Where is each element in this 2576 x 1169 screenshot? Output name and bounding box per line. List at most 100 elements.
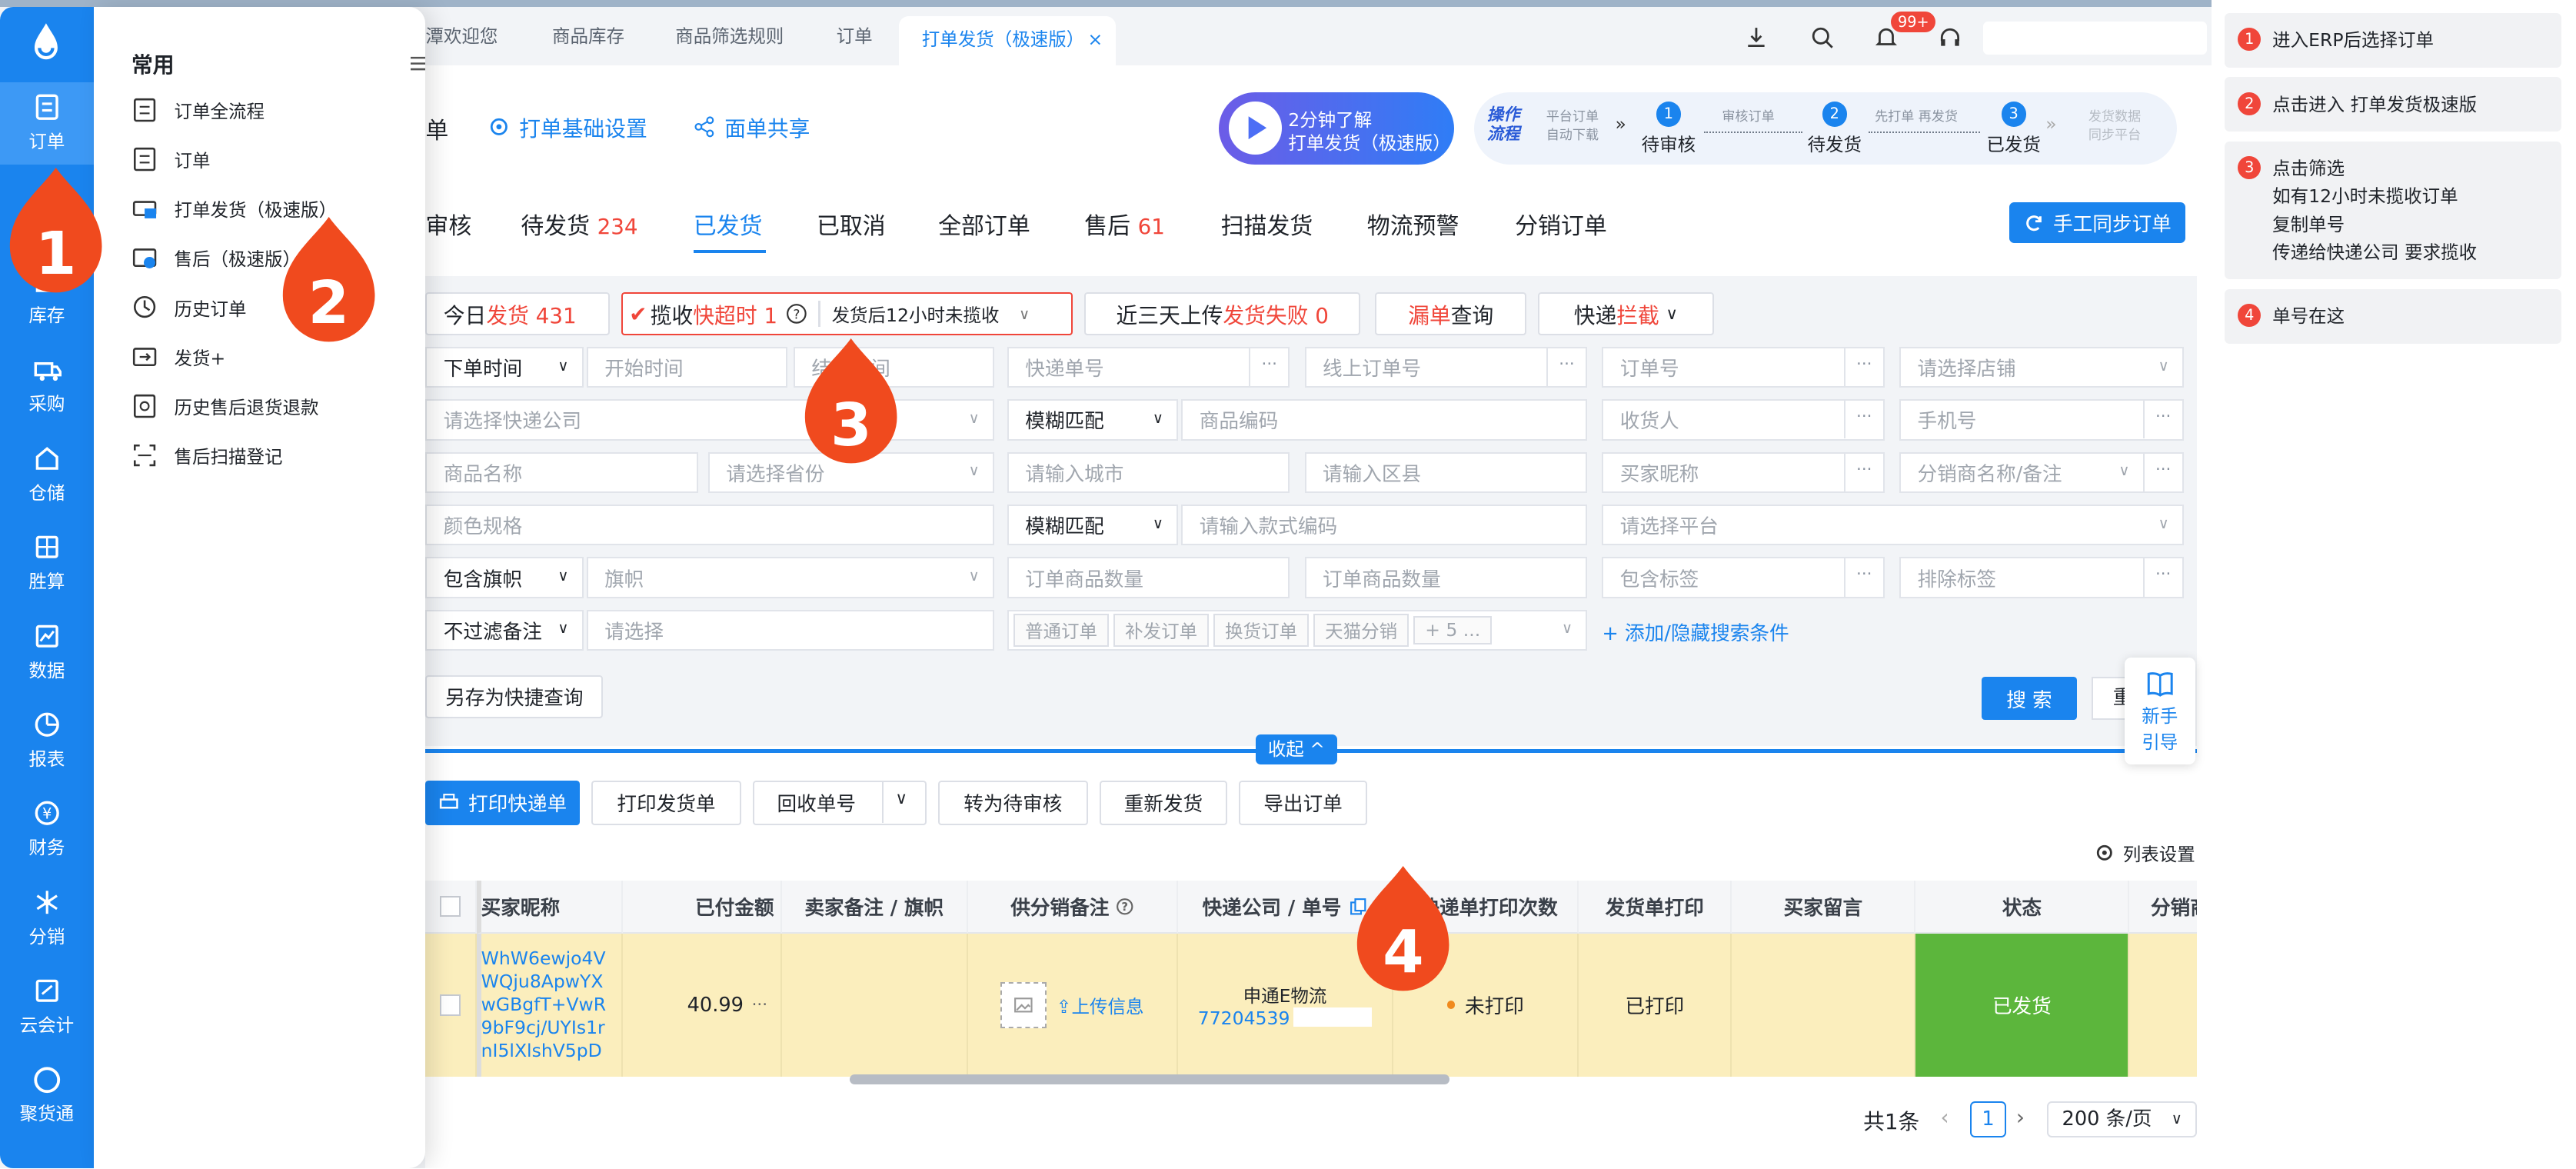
city-input[interactable]: 请输入城市 bbox=[1007, 451, 1290, 493]
recycle-tracking-button[interactable]: 回收单号 ∨ bbox=[752, 780, 927, 825]
flag-select[interactable]: 旗帜 ∨ bbox=[586, 557, 994, 598]
save-quick-query-button[interactable]: 另存为快捷查询 bbox=[425, 675, 604, 718]
col-header-buyer-message[interactable]: 买家留言 bbox=[1732, 881, 1916, 934]
remark-type-select[interactable]: 不过滤备注 ∨ bbox=[425, 609, 584, 651]
overtime-select-value[interactable]: 发货后12小时未揽收 bbox=[832, 301, 1000, 327]
select-all-checkbox[interactable] bbox=[439, 895, 461, 918]
tab-inventory[interactable]: 商品库存 bbox=[552, 23, 624, 66]
flyout-item-order-flow[interactable]: 订单全流程 bbox=[131, 92, 265, 128]
sidebar-item-distribution[interactable]: 分销 bbox=[0, 878, 94, 960]
chip-normal-order[interactable]: 普通订单 bbox=[1013, 614, 1109, 647]
upload-info-link[interactable]: ⇪上传信息 bbox=[1057, 992, 1144, 1018]
download-icon[interactable] bbox=[1745, 26, 1768, 49]
exclude-tag-input[interactable]: 排除标签 ··· bbox=[1899, 557, 2184, 598]
col-header-delivery-print[interactable]: 发货单打印 bbox=[1579, 881, 1732, 934]
order-no-input[interactable]: 订单号 ··· bbox=[1602, 346, 1885, 388]
online-order-input[interactable]: 线上订单号 ··· bbox=[1304, 346, 1588, 388]
tab-print-ship-fast[interactable]: 打单发货（极速版） × bbox=[898, 16, 1116, 66]
search-button[interactable]: 搜 索 bbox=[1981, 677, 2077, 720]
express-company-select[interactable]: 请选择快递公司 ∨ bbox=[425, 399, 994, 441]
qty-from-input[interactable]: 订单商品数量 bbox=[1007, 557, 1290, 598]
buyer-nick-input[interactable]: 买家昵称 ··· bbox=[1602, 451, 1885, 493]
help-icon[interactable]: ? bbox=[786, 303, 807, 325]
to-review-button[interactable]: 转为待审核 bbox=[938, 780, 1088, 825]
collapse-button[interactable]: 收起 ^ bbox=[1255, 734, 1338, 764]
promo-video-button[interactable]: 2分钟了解 打单发货（极速版） bbox=[1219, 92, 1455, 165]
headset-icon[interactable] bbox=[1939, 26, 1962, 49]
subtab-review[interactable]: 审核 bbox=[425, 207, 471, 241]
missed-order-button[interactable]: 漏单 查询 bbox=[1375, 292, 1527, 335]
sidebar-item-accounting[interactable]: 云会计 bbox=[0, 966, 94, 1048]
subtab-shipped[interactable]: 已发货 bbox=[694, 207, 763, 241]
pickup-overtime-filter[interactable]: ✔ 揽收 快超时 1 ? 发货后12小时未揽收 ∨ bbox=[621, 292, 1073, 335]
distributor-select[interactable]: 分销商名称/备注 ∨ ··· bbox=[1899, 451, 2184, 493]
sidebar-item-calculator[interactable]: 胜算 bbox=[0, 523, 94, 605]
tracking-number[interactable]: 77204539 bbox=[1198, 1007, 1373, 1029]
row-checkbox[interactable] bbox=[439, 994, 461, 1016]
print-waybill-button[interactable]: 打印快递单 bbox=[425, 780, 581, 825]
col-header-distributor[interactable]: 分销商 bbox=[2129, 881, 2197, 934]
start-time-input[interactable]: 开始时间 bbox=[586, 346, 787, 388]
order-type-chips[interactable]: 普通订单 补发订单 换货订单 天猫分销 + 5 ... ∨ bbox=[1007, 609, 1588, 651]
export-orders-button[interactable]: 导出订单 bbox=[1239, 780, 1367, 825]
goods-code-input[interactable]: 商品编码 bbox=[1181, 399, 1588, 441]
style-code-input[interactable]: 请输入款式编码 bbox=[1181, 504, 1588, 546]
sidebar-item-report[interactable]: 报表 bbox=[0, 700, 94, 782]
chip-exchange-order[interactable]: 换货订单 bbox=[1213, 614, 1309, 647]
district-input[interactable]: 请输入区县 bbox=[1304, 451, 1588, 493]
print-delivery-note-button[interactable]: 打印发货单 bbox=[591, 780, 741, 825]
manual-sync-button[interactable]: 手工同步订单 bbox=[2009, 201, 2185, 244]
express-intercept-button[interactable]: 快递 拦截 ∨ bbox=[1538, 292, 1714, 335]
flyout-item-history-order[interactable]: 历史订单 bbox=[131, 289, 246, 325]
goods-name-input[interactable]: 商品名称 bbox=[425, 451, 699, 493]
search-icon[interactable] bbox=[1811, 26, 1834, 49]
fuzzy-match-select[interactable]: 模糊匹配 ∨ bbox=[1007, 399, 1179, 441]
page-size-select[interactable]: 200 条/页 ∨ bbox=[2047, 1101, 2197, 1137]
flyout-item-ship-plus[interactable]: 发货+ bbox=[131, 338, 225, 375]
reship-button[interactable]: 重新发货 bbox=[1099, 780, 1228, 825]
image-placeholder-icon[interactable] bbox=[1000, 981, 1047, 1028]
list-settings-button[interactable]: 列表设置 bbox=[2095, 840, 2195, 866]
next-page-button[interactable]: › bbox=[2016, 1104, 2025, 1130]
help-icon[interactable]: ? bbox=[1116, 898, 1134, 916]
phone-input[interactable]: 手机号 ··· bbox=[1899, 399, 2184, 441]
subtab-all-orders[interactable]: 全部订单 bbox=[938, 207, 1030, 241]
more-icon[interactable]: ··· bbox=[752, 995, 767, 1014]
col-header-status[interactable]: 状态 bbox=[1915, 881, 2130, 934]
fuzzy-match-select-2[interactable]: 模糊匹配 ∨ bbox=[1007, 504, 1179, 546]
shop-select[interactable]: 请选择店铺 ∨ bbox=[1899, 346, 2184, 388]
tab-filter-rules[interactable]: 商品筛选规则 bbox=[675, 23, 784, 66]
platform-select[interactable]: 请选择平台 ∨ bbox=[1602, 504, 2184, 546]
add-search-condition-link[interactable]: + 添加/隐藏搜索条件 bbox=[1602, 618, 1789, 646]
top-search-box[interactable] bbox=[1983, 21, 2207, 55]
sidebar-item-warehouse[interactable]: 仓储 bbox=[0, 434, 94, 516]
waybill-share-link[interactable]: 面单共享 bbox=[694, 112, 810, 142]
table-horizontal-scrollbar[interactable] bbox=[849, 1074, 1449, 1085]
flyout-item-order[interactable]: 订单 bbox=[131, 142, 210, 178]
sidebar-item-juhuotong[interactable]: 聚货通 bbox=[0, 1055, 94, 1137]
prev-page-button[interactable]: ‹ bbox=[1941, 1104, 1949, 1130]
tab-orders[interactable]: 订单 bbox=[837, 23, 873, 66]
sidebar-item-order[interactable]: 订单 bbox=[0, 82, 94, 165]
tab-welcome[interactable]: 潭欢迎您 bbox=[425, 23, 498, 66]
receiver-input[interactable]: 收货人 ··· bbox=[1602, 399, 1885, 441]
spec-input[interactable]: 颜色规格 bbox=[425, 504, 994, 546]
col-header-buyer-nick[interactable]: 买家昵称 bbox=[476, 881, 623, 934]
sidebar-item-finance[interactable]: ¥ 财务 bbox=[0, 789, 94, 871]
subtab-aftersale[interactable]: 售后 61 bbox=[1084, 207, 1165, 241]
menu-collapse-icon[interactable] bbox=[411, 56, 426, 71]
subtab-cancelled[interactable]: 已取消 bbox=[817, 207, 886, 241]
time-type-select[interactable]: 下单时间 ∨ bbox=[425, 346, 584, 388]
today-shipped-button[interactable]: 今日 发货 431 bbox=[425, 292, 610, 335]
remark-select[interactable]: 请选择 bbox=[586, 609, 994, 651]
subtab-to-ship[interactable]: 待发货 234 bbox=[521, 207, 637, 241]
sidebar-item-purchase[interactable]: 采购 bbox=[0, 345, 94, 428]
col-header-seller-remark[interactable]: 卖家备注 / 旗帜 bbox=[782, 881, 968, 934]
qty-to-input[interactable]: 订单商品数量 bbox=[1304, 557, 1588, 598]
express-no-input[interactable]: 快递单号 ··· bbox=[1007, 346, 1290, 388]
page-1-button[interactable]: 1 bbox=[1970, 1101, 2006, 1137]
buyer-nick-cell[interactable]: WhW6ewjo4V WQju8ApwYX wGBgfT+VwR 9bF9cj/UYI… bbox=[476, 933, 623, 1077]
include-tag-input[interactable]: 包含标签 ··· bbox=[1602, 557, 1885, 598]
buyer-nick-text[interactable]: WhW6ewjo4V WQju8ApwYX wGBgfT+VwR 9bF9cj/UYI… bbox=[481, 948, 606, 1063]
print-settings-link[interactable]: 打单基础设置 bbox=[488, 112, 647, 142]
